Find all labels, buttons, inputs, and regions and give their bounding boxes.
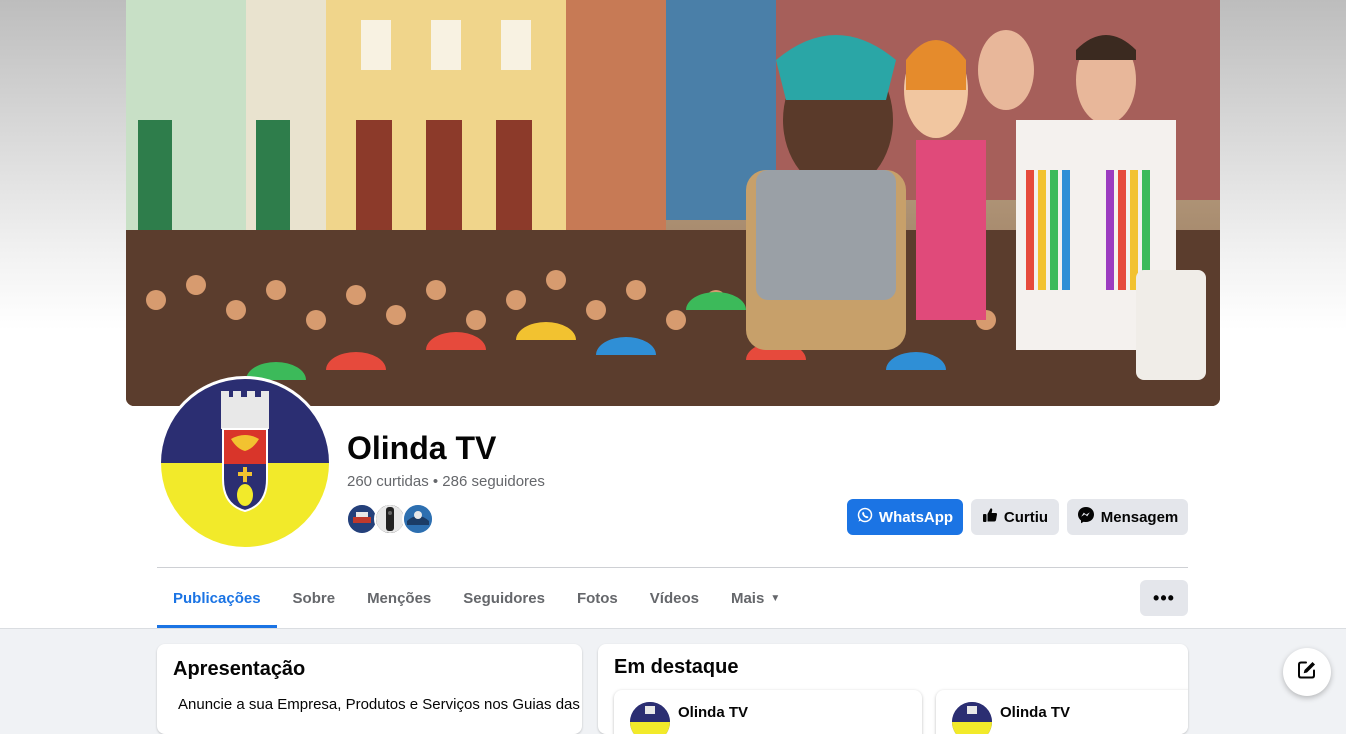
- featured-title: Em destaque: [614, 656, 739, 678]
- tab-label: Seguidores: [463, 589, 545, 607]
- featured-author[interactable]: Olinda TV: [1000, 704, 1070, 721]
- featured-item[interactable]: Olinda TV: [614, 690, 922, 734]
- whatsapp-icon: [857, 507, 873, 527]
- featured-card: Em destaque Olinda TV Olinda TV: [598, 644, 1188, 734]
- messenger-icon: [1077, 506, 1095, 528]
- tab-label: Mais: [730, 589, 765, 607]
- liked-label: Curtiu: [1003, 508, 1049, 526]
- tab-label: Publicações: [173, 589, 261, 607]
- whatsapp-button[interactable]: WhatsApp: [847, 499, 963, 535]
- tab-label: Fotos: [576, 589, 618, 607]
- liked-button[interactable]: Curtiu: [971, 499, 1059, 535]
- tab-seguidores[interactable]: Seguidores: [447, 568, 561, 628]
- featured-avatar: [630, 702, 670, 734]
- page-title: Olinda TV: [347, 430, 497, 466]
- featured-item[interactable]: Olinda TV: [936, 690, 1188, 734]
- tab-videos[interactable]: Vídeos: [634, 568, 715, 628]
- olinda-flag-icon: [161, 379, 329, 547]
- tab-label: Menções: [367, 589, 432, 607]
- compose-icon: [1297, 660, 1317, 685]
- more-options-button[interactable]: •••: [1140, 580, 1188, 616]
- tab-sobre[interactable]: Sobre: [277, 568, 352, 628]
- featured-author[interactable]: Olinda TV: [678, 704, 748, 721]
- olinda-flag-icon: [630, 702, 670, 734]
- tab-fotos[interactable]: Fotos: [561, 568, 634, 628]
- ellipsis-icon: •••: [1153, 587, 1175, 608]
- tab-mais[interactable]: Mais ▼: [715, 568, 796, 628]
- tab-mencoes[interactable]: Menções: [351, 568, 447, 628]
- follower-avatar-image: [348, 505, 376, 533]
- whatsapp-label: WhatsApp: [878, 508, 954, 526]
- profile-header: Olinda TV 260 curtidas • 286 seguidores: [0, 0, 1346, 629]
- cover-photo[interactable]: [126, 0, 1220, 406]
- follower-avatar-image: [376, 505, 404, 533]
- message-label: Mensagem: [1100, 508, 1179, 526]
- page-stats[interactable]: 260 curtidas • 286 seguidores: [347, 472, 545, 492]
- featured-avatar: [952, 702, 992, 734]
- profile-picture[interactable]: [158, 376, 332, 550]
- intro-text: Anuncie a sua Empresa, Produtos e Serviç…: [178, 696, 580, 713]
- follower-avatar-image: [404, 505, 432, 533]
- intro-title: Apresentação: [173, 658, 306, 680]
- intro-card: Apresentação Anuncie a sua Empresa, Prod…: [157, 644, 582, 734]
- olinda-flag-icon: [952, 702, 992, 734]
- thumbs-up-icon: [982, 507, 998, 527]
- caret-down-icon: ▼: [770, 592, 781, 604]
- tab-label: Vídeos: [649, 589, 699, 607]
- cover-photo-image: [126, 0, 1220, 406]
- profile-tabs: Publicações Sobre Menções Seguidores Fot…: [157, 568, 796, 628]
- tab-publicacoes[interactable]: Publicações: [157, 568, 277, 628]
- new-message-button[interactable]: [1283, 648, 1331, 696]
- tab-label: Sobre: [292, 589, 336, 607]
- message-button[interactable]: Mensagem: [1067, 499, 1188, 535]
- follower-avatar[interactable]: [402, 503, 434, 535]
- follower-avatars[interactable]: [346, 503, 446, 535]
